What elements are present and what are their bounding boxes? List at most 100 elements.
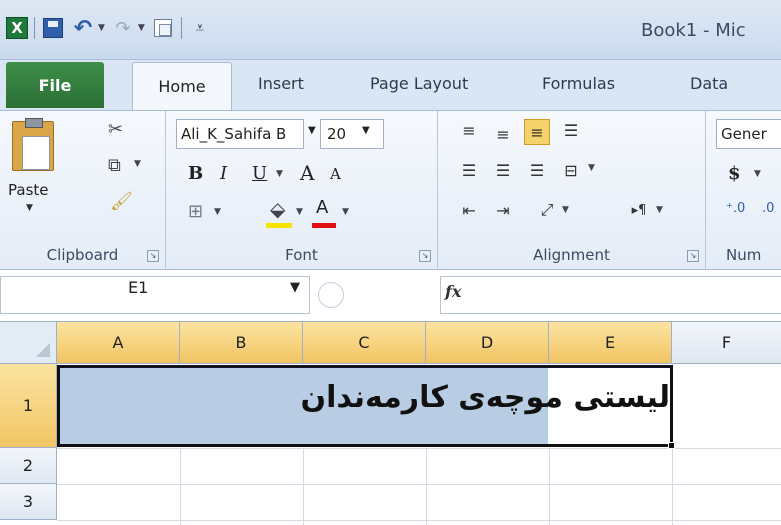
row-header-3[interactable]: 3 (0, 484, 57, 520)
text-direction-dropdown-icon[interactable]: ▼ (656, 205, 663, 215)
qat-separator (34, 17, 35, 39)
decrease-decimal-icon[interactable]: .0 (762, 201, 774, 216)
undo-icon[interactable]: ↶ (71, 16, 95, 41)
tab-home[interactable]: Home (132, 62, 232, 110)
align-bottom-icon[interactable]: ≡ (524, 119, 550, 145)
qat-separator (180, 17, 182, 39)
bold-button[interactable]: B (188, 163, 203, 184)
number-format-select[interactable]: Gener (716, 119, 781, 149)
column-header-b[interactable]: B (180, 322, 303, 364)
save-icon[interactable] (41, 16, 65, 40)
borders-icon[interactable]: ⊞ (188, 201, 203, 222)
insert-function-icon[interactable]: fx (445, 282, 461, 301)
undo-dropdown-icon[interactable]: ▼ (98, 23, 105, 33)
tab-data[interactable]: Data (690, 74, 728, 93)
select-all-corner[interactable] (0, 322, 57, 364)
orientation-dropdown-icon[interactable]: ▼ (562, 205, 569, 215)
fill-color-dropdown-icon[interactable]: ▼ (296, 207, 303, 217)
fill-color-icon[interactable]: ⬙ (270, 197, 285, 221)
column-header-a[interactable]: A (57, 322, 180, 364)
gridline (549, 448, 550, 525)
font-group-label: Font (166, 239, 437, 271)
alignment-launcher-icon[interactable]: ↘ (687, 250, 699, 262)
gridline (57, 484, 781, 485)
increase-indent-icon[interactable]: ⇥ (490, 197, 516, 223)
clipboard-launcher-icon[interactable]: ↘ (147, 250, 159, 262)
customize-icon[interactable]: ⩡ (188, 16, 212, 40)
font-launcher-icon[interactable]: ↘ (419, 250, 431, 262)
underline-button[interactable]: U (252, 163, 267, 184)
formula-bar-divider-icon (318, 282, 344, 308)
formula-bar: E1 ▼ fx (0, 270, 781, 322)
row-header-2[interactable]: 2 (0, 448, 57, 484)
title-bar: X ↶ ▼ ↷ ▼ ⩡ Book1 - Mic (0, 0, 781, 60)
row-header-1[interactable]: 1 (0, 364, 57, 448)
formula-input[interactable] (440, 276, 781, 314)
name-box-dropdown-icon[interactable]: ▼ (290, 280, 300, 295)
name-box[interactable] (0, 276, 310, 314)
paste-dropdown-icon[interactable]: ▼ (26, 203, 33, 213)
wrap-text-icon[interactable]: ☰ (558, 117, 584, 143)
tab-page-layout[interactable]: Page Layout (370, 74, 468, 93)
column-header-c[interactable]: C (303, 322, 426, 364)
font-name-input[interactable]: Ali_K_Sahifa B (176, 119, 304, 149)
font-color-swatch (312, 223, 336, 228)
font-color-dropdown-icon[interactable]: ▼ (342, 207, 349, 217)
align-right-icon[interactable]: ☰ (524, 157, 550, 183)
column-header-d[interactable]: D (426, 322, 549, 364)
underline-dropdown-icon[interactable]: ▼ (276, 169, 283, 179)
format-painter-icon[interactable]: 🖌 (110, 191, 133, 212)
font-color-button[interactable]: A (316, 197, 328, 218)
tab-file[interactable]: File (6, 62, 104, 108)
gridline (303, 448, 304, 525)
font-group: Ali_K_Sahifa B ▼ 20 ▼ B I U ▼ A A ⊞ ▼ ⬙ … (166, 111, 438, 271)
number-label: Num (726, 246, 762, 264)
orientation-icon[interactable]: ⤢ (534, 197, 560, 223)
paste-icon[interactable] (12, 118, 54, 171)
italic-button[interactable]: I (220, 163, 227, 184)
font-name-dropdown-icon[interactable]: ▼ (308, 125, 316, 136)
redo-dropdown-icon[interactable]: ▼ (138, 23, 145, 33)
align-left-icon[interactable]: ☰ (456, 157, 482, 183)
worksheet-grid: A B C D E F 1 2 3 لیستی موچەی کارمەندان (0, 322, 781, 525)
font-size-dropdown-icon[interactable]: ▼ (362, 125, 370, 136)
font-size-input[interactable]: 20 (320, 119, 384, 149)
copy-icon[interactable] (151, 16, 175, 40)
align-top-icon[interactable]: ≡ (456, 117, 482, 143)
align-center-icon[interactable]: ☰ (490, 157, 516, 183)
copy-icon[interactable]: ⧉ (108, 155, 121, 176)
column-header-e[interactable]: E (549, 322, 672, 364)
cut-icon[interactable]: ✂ (108, 119, 123, 140)
cell-e1-text[interactable]: لیستی موچەی کارمەندان (260, 380, 670, 415)
tab-formulas[interactable]: Formulas (542, 74, 615, 93)
paste-button[interactable]: Paste (8, 181, 49, 199)
merge-dropdown-icon[interactable]: ▼ (588, 163, 595, 173)
text-direction-icon[interactable]: ▸¶ (626, 197, 652, 223)
gridline (180, 448, 181, 525)
quick-access-toolbar: X ↶ ▼ ↷ ▼ ⩡ (6, 14, 212, 42)
fill-handle[interactable] (668, 442, 675, 449)
redo-icon[interactable]: ↷ (111, 16, 135, 40)
decrease-indent-icon[interactable]: ⇤ (456, 197, 482, 223)
merge-center-icon[interactable]: ⊟ (558, 157, 584, 183)
grow-font-button[interactable]: A (300, 161, 314, 185)
alignment-label: Alignment (533, 246, 610, 264)
copy-dropdown-icon[interactable]: ▼ (134, 159, 141, 169)
clipboard-group: Paste ▼ ✂ ⧉ ▼ 🖌 Clipboard ↘ (0, 111, 166, 271)
gridline (426, 448, 427, 525)
alignment-group-label: Alignment (438, 239, 705, 271)
excel-icon[interactable]: X (6, 17, 28, 39)
name-box-value[interactable]: E1 (128, 278, 148, 297)
align-middle-icon[interactable]: ≡ (490, 121, 516, 147)
tab-insert[interactable]: Insert (258, 74, 304, 93)
currency-button[interactable]: $ (728, 163, 741, 184)
currency-dropdown-icon[interactable]: ▼ (754, 169, 761, 179)
shrink-font-button[interactable]: A (330, 165, 341, 183)
clipboard-label: Clipboard (46, 246, 119, 264)
window-title: Book1 - Mic (641, 20, 746, 41)
borders-dropdown-icon[interactable]: ▼ (214, 207, 221, 217)
alignment-group: ≡ ≡ ≡ ☰ ☰ ☰ ☰ ⊟ ▼ ⇤ ⇥ ⤢ ▼ ▸¶ ▼ Alignment… (438, 111, 706, 271)
increase-decimal-icon[interactable]: ⁺.0 (726, 201, 745, 216)
column-header-f[interactable]: F (672, 322, 781, 364)
ribbon-tabs: File Home Insert Page Layout Formulas Da… (0, 60, 781, 110)
